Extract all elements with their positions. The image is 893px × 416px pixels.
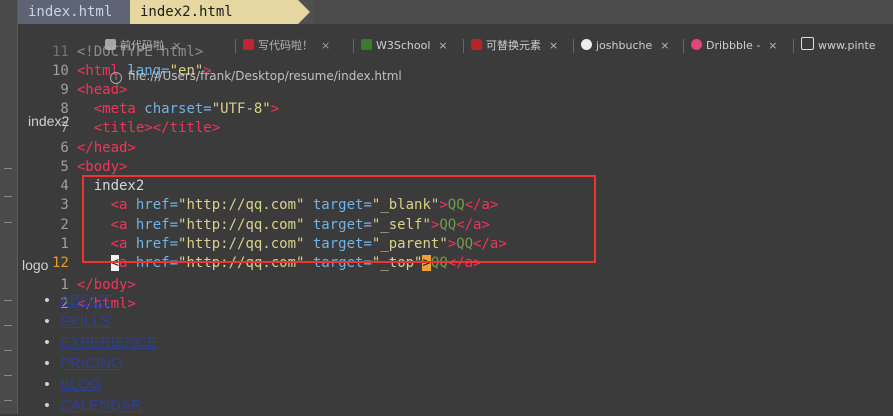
url-text: file:///Users/frank/Desktop/resume/index… xyxy=(128,69,402,83)
tab-label: 可替换元素 xyxy=(486,39,541,52)
vim-tabline: index.html index2.html xyxy=(18,0,893,24)
highlight-annotation-box xyxy=(82,175,596,263)
charset-value: "UTF-8" xyxy=(211,101,271,117)
close-icon[interactable]: × xyxy=(660,39,669,52)
vim-tabline-fill xyxy=(313,0,893,24)
tab-label: W3School xyxy=(376,39,431,52)
nav-item: ABOUT xyxy=(34,290,157,311)
tag-close: > xyxy=(270,101,280,117)
nav-link-experience[interactable]: EXPERIENCE xyxy=(60,334,157,351)
close-icon[interactable]: × xyxy=(172,39,181,52)
tab-label: 写代码啦！ xyxy=(258,39,313,52)
tab-label: www.pinte xyxy=(818,39,876,52)
nav-link-blog[interactable]: BLOG xyxy=(60,376,102,393)
close-icon[interactable]: × xyxy=(321,39,330,52)
nav-link-skills[interactable]: SKILLS xyxy=(60,313,111,330)
close-icon[interactable]: × xyxy=(768,39,777,52)
nav-item: BLOG xyxy=(34,374,157,395)
nav-item: CALENDAR xyxy=(34,395,157,416)
rendered-logo-text: logo xyxy=(22,257,49,273)
browser-url-bar[interactable]: i file:///Users/frank/Desktop/resume/inde… xyxy=(110,67,402,85)
browser-tab[interactable]: Dribbble - × xyxy=(691,36,778,56)
browser-tab[interactable]: joshbuche × xyxy=(581,36,669,56)
browser-tab[interactable]: W3School × xyxy=(361,36,448,56)
browser-tab[interactable]: 可替换元素 × xyxy=(471,36,558,56)
nav-item: EXPERIENCE xyxy=(34,332,157,353)
vim-tab-index2-label: index2.html xyxy=(140,4,233,20)
info-icon: i xyxy=(110,72,122,84)
tab-favicon-icon xyxy=(243,39,254,50)
github-icon xyxy=(581,39,592,50)
tab-label: joshbuche xyxy=(596,39,653,52)
close-icon[interactable]: × xyxy=(549,39,558,52)
nav-item: PRICING xyxy=(34,353,157,374)
tab-favicon-icon xyxy=(361,39,372,50)
nav-link-pricing[interactable]: PRICING xyxy=(60,355,123,372)
rendered-page-text: index2 xyxy=(28,113,70,129)
vim-tab-index-label: index.html xyxy=(28,4,113,20)
nav-item: SKILLS xyxy=(34,311,157,332)
tab-label: 前代码啦 xyxy=(120,39,164,52)
left-window-gutter xyxy=(0,0,18,414)
browser-tab[interactable]: 前代码啦 × xyxy=(105,36,181,56)
tab-favicon-icon xyxy=(105,39,116,50)
nav-link-calendar[interactable]: CALENDAR xyxy=(60,397,142,414)
tab-label: Dribbble - xyxy=(706,39,761,52)
nav-link-about[interactable]: ABOUT xyxy=(60,292,112,309)
browser-tab-strip: 前代码啦 × 写代码啦！ × W3School × 可替换元素 × joshbuche ×… xyxy=(95,36,893,56)
rendered-nav-list: ABOUT SKILLS EXPERIENCE PRICING BLOG CAL… xyxy=(34,290,157,416)
dribbble-icon xyxy=(691,39,702,50)
code-line[interactable]: 5 <body> xyxy=(18,139,127,175)
tab-favicon-icon xyxy=(471,39,482,50)
close-icon[interactable]: × xyxy=(438,39,447,52)
browser-tab[interactable]: www.pinte xyxy=(801,36,876,56)
browser-tab[interactable]: 写代码啦！ × xyxy=(243,36,330,56)
vim-tab-index2-active[interactable]: index2.html xyxy=(120,0,310,24)
page-icon xyxy=(801,37,814,50)
